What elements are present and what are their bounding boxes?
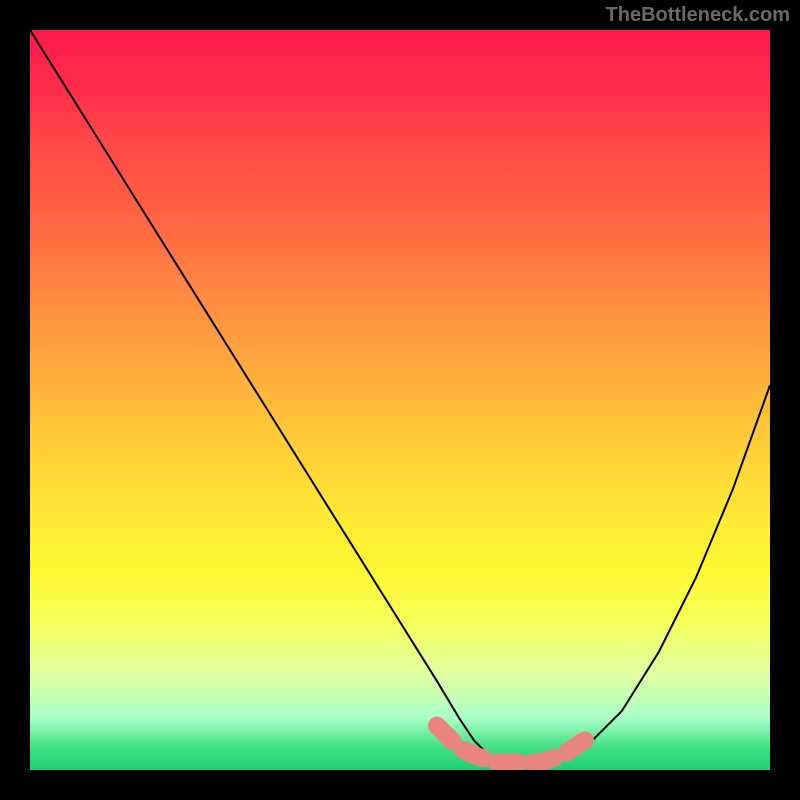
- chart-svg: [30, 30, 770, 770]
- chart-container: [30, 30, 770, 770]
- highlight-band-path: [437, 726, 585, 763]
- watermark-text: TheBottleneck.com: [606, 4, 790, 27]
- highlight-markers: [437, 726, 585, 763]
- bottleneck-curve-line: [30, 30, 770, 763]
